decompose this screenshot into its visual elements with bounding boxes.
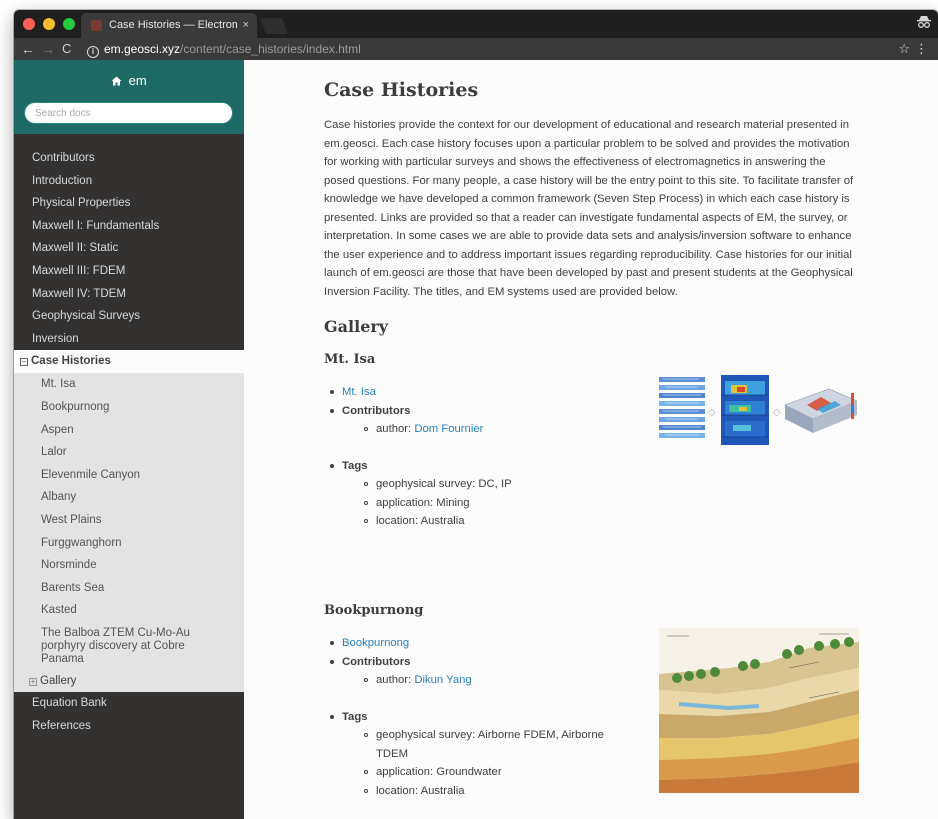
gallery-heading: Gallery — [324, 317, 389, 336]
home-icon — [111, 74, 125, 88]
sidebar-subitem-albany[interactable]: Albany — [14, 486, 244, 509]
brand-label: em — [128, 73, 147, 88]
browser-window: Case Histories — Electromagn × ← → C iem… — [14, 10, 938, 819]
tag-item: geophysical survey: DC, IP — [324, 475, 634, 494]
case-heading-mt-isa: Mt. Isa — [324, 352, 376, 367]
sidebar-item-physical-properties[interactable]: Physical Properties — [14, 192, 244, 215]
tags-label: Tags — [324, 708, 634, 727]
favicon-icon — [91, 20, 102, 31]
tab-title: Case Histories — Electromagn — [109, 19, 237, 31]
tag-item: geophysical survey: Airborne FDEM, Airbo… — [324, 726, 634, 763]
author-link-dom-fournier[interactable]: Dom Fournier — [414, 423, 483, 435]
info-icon[interactable]: i — [87, 46, 99, 58]
sidebar-item-maxwell-2[interactable]: Maxwell II: Static — [14, 237, 244, 260]
tag-item: location: Australia — [324, 782, 634, 801]
tag-item: location: Australia — [324, 512, 634, 531]
main-content: Case Histories Case histories provide th… — [244, 60, 938, 819]
expand-icon[interactable]: + — [29, 677, 37, 686]
contributors-label: Contributors — [324, 402, 634, 421]
case-link-bookpurnong[interactable]: Bookpurnong — [342, 637, 409, 649]
bookpurnong-thumbnail[interactable] — [659, 628, 859, 793]
page-title: Case Histories — [324, 79, 479, 101]
sidebar-header: em — [14, 60, 244, 134]
case-mt-isa: Mt. Isa Contributors author: Dom Fournie… — [324, 375, 859, 588]
case-details-list: Bookpurnong Contributors author: Dikun Y… — [324, 634, 634, 800]
author-line: author: Dom Fournier — [324, 420, 634, 439]
minimize-window-button[interactable] — [43, 18, 55, 30]
svg-text:◇: ◇ — [773, 407, 781, 418]
sidebar-item-introduction[interactable]: Introduction — [14, 170, 244, 193]
case-heading-bookpurnong: Bookpurnong — [324, 603, 424, 618]
url-path: /content/case_histories/index.html — [180, 42, 361, 56]
sidebar-item-case-histories[interactable]: − Case Histories — [14, 350, 244, 374]
tag-item: application: Groundwater — [324, 763, 634, 782]
author-line: author: Dikun Yang — [324, 671, 634, 690]
svg-text:◇: ◇ — [708, 407, 716, 418]
sidebar-subitem-norsminde[interactable]: Norsminde — [14, 554, 244, 577]
sidebar-item-geophysical-surveys[interactable]: Geophysical Surveys — [14, 305, 244, 328]
brand-link[interactable]: em — [14, 72, 244, 90]
tab-close-icon[interactable]: × — [243, 13, 249, 38]
sidebar-item-maxwell-1[interactable]: Maxwell I: Fundamentals — [14, 215, 244, 238]
case-bookpurnong: Bookpurnong Contributors author: Dikun Y… — [324, 628, 859, 819]
case-histories-subnav: Mt. Isa Bookpurnong Aspen Lalor Elevenmi… — [14, 373, 244, 693]
browser-tab[interactable]: Case Histories — Electromagn × — [81, 13, 257, 38]
new-tab-button[interactable] — [260, 18, 288, 34]
mt-isa-thumbnail[interactable]: ◇ ◇ — [659, 375, 859, 447]
article: Case Histories Case histories provide th… — [324, 60, 859, 819]
author-link-dikun-yang[interactable]: Dikun Yang — [414, 674, 471, 686]
intro-paragraph: Case histories provide the context for o… — [324, 119, 854, 298]
bookmark-star-icon[interactable]: ☆ — [898, 40, 910, 58]
url-field[interactable]: i em.geosci.xyz/content/case_histories/in… — [83, 40, 889, 58]
search-input[interactable] — [24, 102, 233, 124]
collapse-icon[interactable]: − — [20, 358, 28, 367]
sidebar-item-maxwell-3[interactable]: Maxwell III: FDEM — [14, 260, 244, 283]
sidebar-item-references[interactable]: References — [14, 715, 244, 738]
tag-item: application: Mining — [324, 494, 634, 513]
case-details-list: Mt. Isa Contributors author: Dom Fournie… — [324, 383, 634, 531]
close-window-button[interactable] — [23, 18, 35, 30]
contributors-label: Contributors — [324, 653, 634, 672]
more-menu-icon[interactable]: ⋮ — [915, 40, 928, 58]
sidebar-subitem-balboa[interactable]: The Balboa ZTEM Cu-Mo-Au porphyry discov… — [14, 622, 244, 670]
sidebar-item-maxwell-4[interactable]: Maxwell IV: TDEM — [14, 283, 244, 306]
sidebar-item-inversion[interactable]: Inversion — [14, 328, 244, 351]
sidebar-nav-bottom: Equation Bank References — [14, 692, 244, 737]
title-bar: Case Histories — Electromagn × — [14, 10, 938, 38]
sidebar: em Contributors Introduction Physical Pr… — [14, 60, 244, 819]
sidebar-current-label: Case Histories — [31, 355, 111, 368]
sidebar-subitem-mt-isa[interactable]: Mt. Isa — [14, 373, 244, 396]
sidebar-subitem-furggwanghorn[interactable]: Furggwanghorn — [14, 532, 244, 555]
tags-label: Tags — [324, 457, 634, 476]
sidebar-subitem-barents-sea[interactable]: Barents Sea — [14, 577, 244, 600]
sidebar-subitem-aspen[interactable]: Aspen — [14, 419, 244, 442]
sidebar-item-contributors[interactable]: Contributors — [14, 147, 244, 170]
address-bar: ← → C i em.geosci.xyz/content/case_histor… — [14, 38, 938, 60]
incognito-icon — [916, 15, 932, 31]
case-link-mt-isa[interactable]: Mt. Isa — [342, 386, 376, 398]
sidebar-gallery-label: Gallery — [40, 674, 77, 687]
sidebar-subitem-kasted[interactable]: Kasted — [14, 599, 244, 622]
sidebar-subitem-west-plains[interactable]: West Plains — [14, 509, 244, 532]
sidebar-subitem-bookpurnong[interactable]: Bookpurnong — [14, 396, 244, 419]
sidebar-subitem-elevenmile-canyon[interactable]: Elevenmile Canyon — [14, 464, 244, 487]
sidebar-nav: Contributors Introduction Physical Prope… — [14, 147, 244, 738]
sidebar-item-equation-bank[interactable]: Equation Bank — [14, 692, 244, 715]
url-host: em.geosci.xyz — [104, 42, 181, 56]
sidebar-subitem-gallery[interactable]: + Gallery — [14, 670, 244, 693]
back-arrow-icon[interactable]: ← — [21, 40, 35, 58]
forward-arrow-icon[interactable]: → — [41, 40, 55, 58]
reload-icon[interactable]: C — [62, 40, 71, 58]
sidebar-subitem-lalor[interactable]: Lalor — [14, 441, 244, 464]
maximize-window-button[interactable] — [63, 18, 75, 30]
